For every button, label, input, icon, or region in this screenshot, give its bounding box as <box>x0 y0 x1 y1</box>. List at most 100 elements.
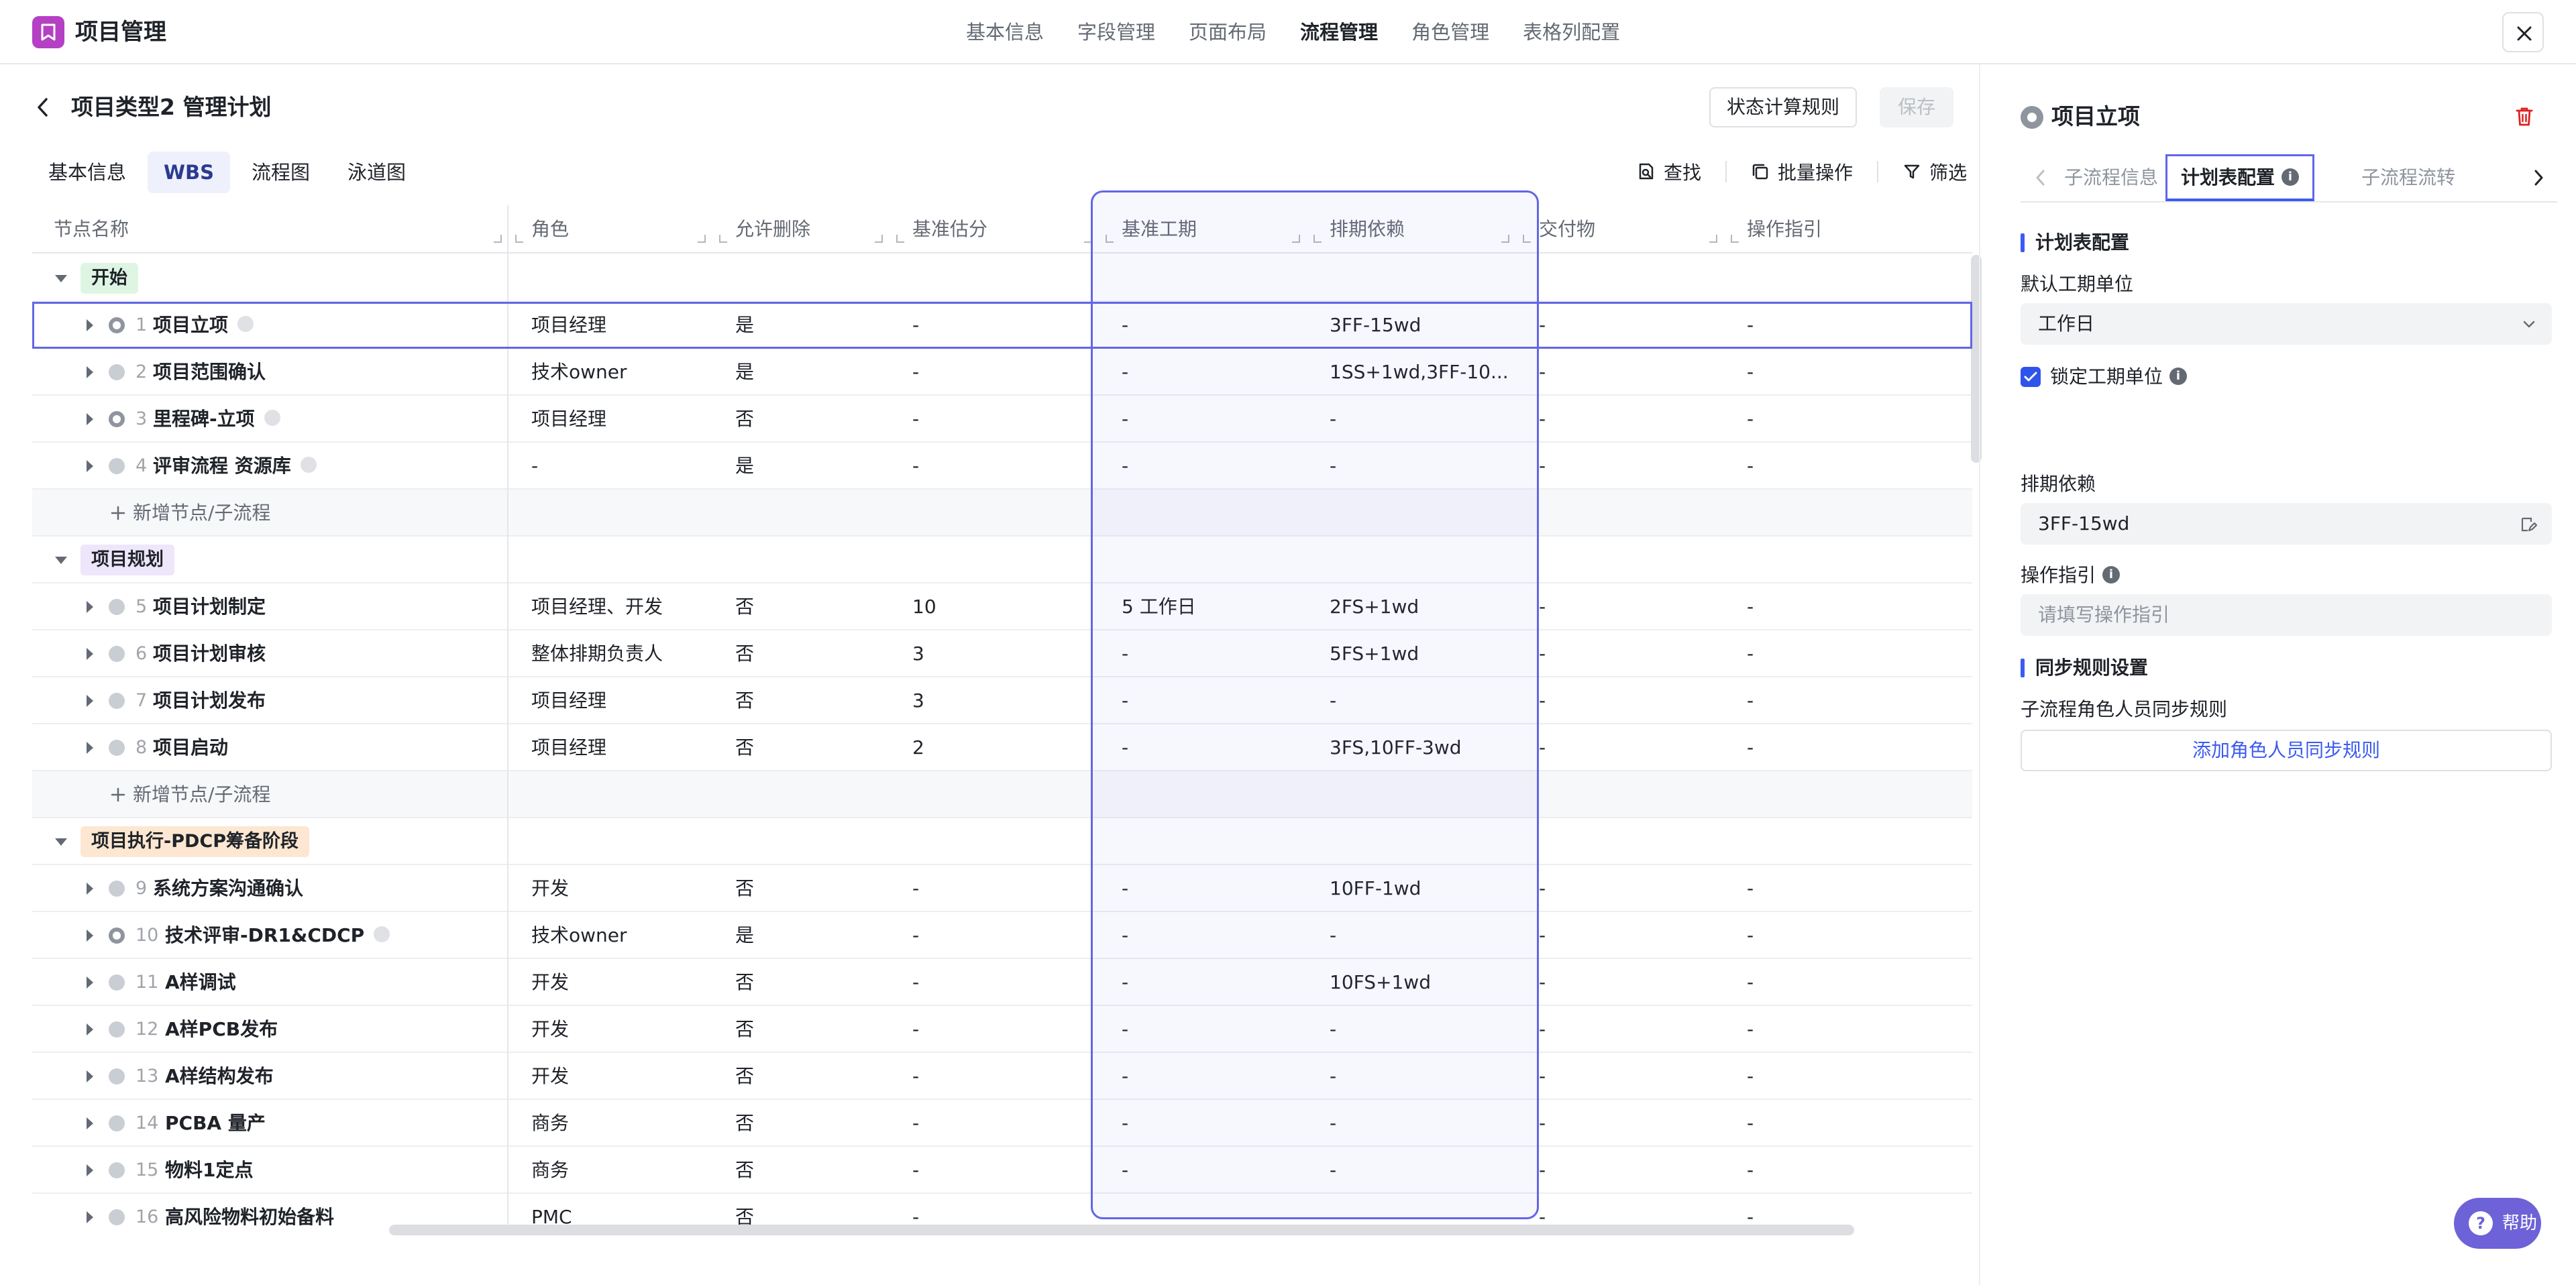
caret-right-icon[interactable] <box>82 1100 98 1147</box>
top-nav-item[interactable]: 角色管理 <box>1411 16 1489 48</box>
caret-right-icon[interactable] <box>82 302 98 349</box>
deliverable-cell[interactable]: - <box>1539 1194 1720 1226</box>
dependency-cell[interactable]: 3FF-15wd <box>1330 302 1512 349</box>
node-name[interactable]: PCBA 量产 <box>165 1100 266 1147</box>
caret-down-icon[interactable] <box>51 255 71 302</box>
info-icon[interactable]: i <box>2169 368 2188 385</box>
role-cell[interactable]: PMC <box>531 1194 708 1226</box>
allow-delete-cell[interactable]: 否 <box>735 396 885 443</box>
lock-unit-checkbox[interactable] <box>2021 367 2041 387</box>
deliverable-cell[interactable]: - <box>1539 677 1720 724</box>
allow-delete-cell[interactable]: 否 <box>735 677 885 724</box>
estimate-cell[interactable]: - <box>912 1147 1095 1194</box>
estimate-cell[interactable]: - <box>912 302 1095 349</box>
dependency-cell[interactable]: - <box>1330 677 1512 724</box>
duration-cell[interactable]: - <box>1122 302 1303 349</box>
node-name[interactable]: A样调试 <box>165 959 236 1006</box>
caret-right-icon[interactable] <box>82 630 98 677</box>
node-name[interactable]: 项目启动 <box>153 724 228 771</box>
duration-cell[interactable]: - <box>1122 443 1303 490</box>
column-resize-handle[interactable] <box>1292 235 1300 243</box>
close-button[interactable] <box>2502 12 2544 52</box>
dependency-cell[interactable]: 3FS,10FF-3wd <box>1330 724 1512 771</box>
guide-cell[interactable]: - <box>1747 1147 1968 1194</box>
column-header[interactable]: 操作指引 <box>1724 205 1972 254</box>
dependency-cell[interactable]: - <box>1330 1100 1512 1147</box>
allow-delete-cell[interactable]: 是 <box>735 912 885 959</box>
column-resize-handle[interactable] <box>719 235 727 243</box>
guide-cell[interactable]: - <box>1747 396 1968 443</box>
dependency-cell[interactable]: - <box>1330 396 1512 443</box>
allow-delete-cell[interactable]: 否 <box>735 1100 885 1147</box>
estimate-cell[interactable]: 10 <box>912 583 1095 630</box>
role-cell[interactable]: 项目经理 <box>531 396 708 443</box>
dependency-cell[interactable]: 2FS+1wd <box>1330 583 1512 630</box>
guide-cell[interactable]: - <box>1747 1194 1968 1226</box>
column-resize-handle[interactable] <box>698 235 706 243</box>
guide-cell[interactable]: - <box>1747 302 1968 349</box>
duration-cell[interactable]: - <box>1122 349 1303 396</box>
role-cell[interactable]: 整体排期负责人 <box>531 630 708 677</box>
duration-cell[interactable]: - <box>1122 724 1303 771</box>
caret-right-icon[interactable] <box>82 1053 98 1100</box>
table-row[interactable]: 12 A样PCB发布 开发否 - - - - - <box>32 1006 1972 1053</box>
guide-cell[interactable]: - <box>1747 677 1968 724</box>
role-cell[interactable]: 项目经理、开发 <box>531 583 708 630</box>
top-nav-item[interactable]: 流程管理 <box>1300 16 1378 48</box>
node-name[interactable]: 技术评审-DR1&CDCP <box>165 912 390 959</box>
guide-input[interactable]: 请填写操作指引 <box>2021 594 2552 636</box>
node-name[interactable]: 评审流程 资源库 <box>153 443 317 490</box>
subflow-link-icon[interactable] <box>374 926 390 942</box>
deliverable-cell[interactable]: - <box>1539 959 1720 1006</box>
table-row[interactable]: 13 A样结构发布 开发否 - - - - - <box>32 1053 1972 1100</box>
top-nav-item[interactable]: 字段管理 <box>1077 16 1155 48</box>
role-cell[interactable]: 商务 <box>531 1147 708 1194</box>
top-nav-item[interactable]: 基本信息 <box>966 16 1044 48</box>
top-nav-item[interactable]: 页面布局 <box>1189 16 1267 48</box>
subflow-link-icon[interactable] <box>237 316 254 332</box>
save-button[interactable]: 保存 <box>1880 87 1953 127</box>
column-resize-handle[interactable] <box>1313 235 1322 243</box>
table-row[interactable]: 5 项目计划制定 项目经理、开发否 10 5 工作日 2FS+1wd - - <box>32 583 1972 630</box>
dependency-cell[interactable]: - <box>1330 1053 1512 1100</box>
duration-cell[interactable]: - <box>1122 959 1303 1006</box>
chevron-left-icon[interactable] <box>2034 168 2047 187</box>
table-row[interactable]: 15 物料1定点 商务否 - - - - - <box>32 1147 1972 1194</box>
table-row[interactable]: 16 高风险物料初始备料 PMC 否 - - - - - <box>32 1194 1972 1226</box>
horizontal-scrollbar[interactable] <box>389 1225 1854 1235</box>
dependency-cell[interactable]: - <box>1330 1194 1512 1226</box>
subtab-item[interactable]: WBS <box>148 152 230 193</box>
caret-right-icon[interactable] <box>82 443 98 490</box>
deliverable-cell[interactable]: - <box>1539 583 1720 630</box>
role-cell[interactable]: 项目经理 <box>531 302 708 349</box>
column-resize-handle[interactable] <box>875 235 883 243</box>
dependency-cell[interactable]: 1SS+1wd,3FF-10... <box>1330 349 1512 396</box>
guide-cell[interactable]: - <box>1747 630 1968 677</box>
estimate-cell[interactable]: - <box>912 1194 1095 1226</box>
column-resize-handle[interactable] <box>1731 235 1739 243</box>
role-cell[interactable]: 开发 <box>531 959 708 1006</box>
subtab-item[interactable]: 基本信息 <box>32 152 142 193</box>
column-resize-handle[interactable] <box>515 235 523 243</box>
table-row[interactable]: 9 系统方案沟通确认 开发否 - -10FF-1wd - - <box>32 865 1972 912</box>
estimate-cell[interactable]: - <box>912 959 1095 1006</box>
estimate-cell[interactable]: - <box>912 349 1095 396</box>
estimate-cell[interactable]: - <box>912 912 1095 959</box>
node-name[interactable]: 项目计划审核 <box>153 630 266 677</box>
column-header[interactable]: 允许删除 <box>712 205 890 254</box>
top-nav-item[interactable]: 表格列配置 <box>1523 16 1620 48</box>
estimate-cell[interactable]: 2 <box>912 724 1095 771</box>
caret-right-icon[interactable] <box>82 396 98 443</box>
caret-right-icon[interactable] <box>82 1194 98 1226</box>
duration-cell[interactable]: - <box>1122 1053 1303 1100</box>
estimate-cell[interactable]: - <box>912 396 1095 443</box>
guide-cell[interactable]: - <box>1747 865 1968 912</box>
allow-delete-cell[interactable]: 否 <box>735 724 885 771</box>
table-row[interactable]: 1 项目立项 项目经理是 - -3FF-15wd - - <box>32 302 1972 349</box>
deliverable-cell[interactable]: - <box>1539 1053 1720 1100</box>
node-name[interactable]: A样结构发布 <box>165 1053 274 1100</box>
batch-button[interactable]: 批量操作 <box>1751 158 1853 185</box>
duration-cell[interactable]: - <box>1122 912 1303 959</box>
caret-right-icon[interactable] <box>82 583 98 630</box>
deliverable-cell[interactable]: - <box>1539 443 1720 490</box>
